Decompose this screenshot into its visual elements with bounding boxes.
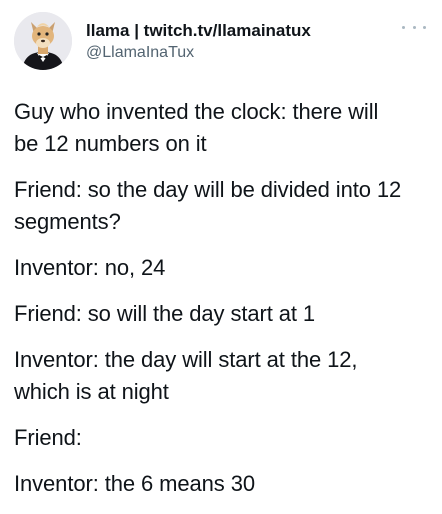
tweet-header: llama | twitch.tv/llamainatux @LlamaInaT… [14, 12, 428, 76]
author-handle[interactable]: @LlamaInaTux [86, 43, 311, 63]
tweet-line: Friend: [14, 425, 82, 450]
tweet-line: Inventor: the day will start at the 12, [14, 347, 358, 372]
author-display-name[interactable]: llama | twitch.tv/llamainatux [86, 21, 311, 41]
tweet-paragraph: Friend: [14, 422, 428, 454]
tweet-line: Guy who invented the clock: there will [14, 99, 379, 124]
tweet-line: Friend: so the day will be divided into … [14, 177, 402, 202]
tweet-text: Guy who invented the clock: there will b… [14, 96, 428, 514]
author-info: llama | twitch.tv/llamainatux @LlamaInaT… [86, 21, 311, 63]
tweet-paragraph: Friend: so will the day start at 1 [14, 298, 428, 330]
tweet-card: llama | twitch.tv/llamainatux @LlamaInaT… [0, 0, 442, 512]
tweet-line: which is at night [14, 379, 169, 404]
more-options-icon[interactable] [402, 20, 426, 34]
more-dot-icon [423, 25, 426, 29]
tweet-line: be 12 numbers on it [14, 131, 207, 156]
tweet-line: Friend: so will the day start at 1 [14, 301, 316, 326]
tweet-line: Inventor: no, 24 [14, 255, 166, 280]
tweet-line: Inventor: the 6 means 30 [14, 471, 255, 496]
tweet-line: segments? [14, 209, 121, 234]
tweet-paragraph: Inventor: no, 24 [14, 252, 428, 284]
tweet-paragraph: Friend: so the day will be divided into … [14, 174, 428, 238]
tweet-paragraph: Inventor: the day will start at the 12, … [14, 344, 428, 408]
tweet-paragraph: Guy who invented the clock: there will b… [14, 96, 428, 160]
tweet-paragraph: Inventor: the 6 means 30 [14, 468, 428, 500]
more-dot-icon [412, 25, 416, 29]
more-dot-icon [402, 25, 405, 29]
llama-avatar-icon[interactable] [14, 12, 72, 70]
